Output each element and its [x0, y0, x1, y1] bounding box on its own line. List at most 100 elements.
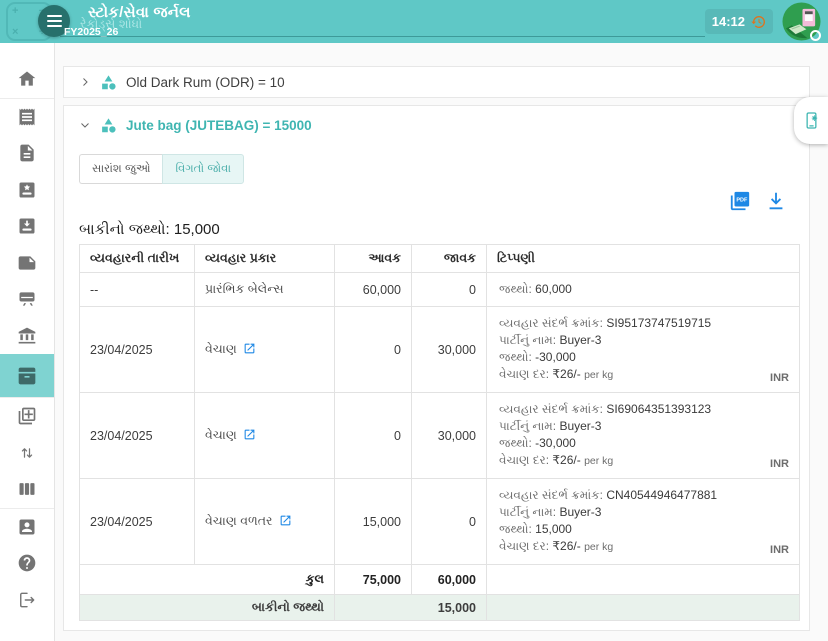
cell-type: વેચાણ — [195, 393, 335, 479]
item-star-icon — [17, 180, 37, 200]
col-header-date: વ્યવહારની તારીખ — [80, 245, 195, 273]
cell-note: વ્યવહાર સંદર્ભ ક્રમાંક: SI95173747519715… — [487, 307, 800, 393]
closing-note-empty — [487, 595, 800, 621]
cell-note: વ્યવહાર સંદર્ભ ક્રમાંક: SI69064351393123… — [487, 393, 800, 479]
terminal-icon — [17, 289, 37, 309]
total-note-empty — [487, 565, 800, 595]
sidebar-item-home[interactable] — [0, 61, 54, 98]
sidebar-item-add-entry[interactable] — [0, 398, 54, 435]
stock-item-old-dark-rum: Old Dark Rum (ODR) = 10 — [63, 66, 810, 98]
table-closing-row: બાકીનો જથ્થો 15,000 — [80, 595, 800, 621]
total-label: કુલ — [80, 565, 335, 595]
cell-inward: 0 — [335, 393, 412, 479]
fiscal-year-label: FY2025_26 — [64, 26, 118, 38]
device-settings-flyout-button[interactable] — [794, 97, 828, 144]
logout-icon — [17, 590, 37, 610]
table-row: -- પ્રારંભિક બેલેન્સ 60,000 0 જથ્થો: 60,… — [80, 273, 800, 307]
open-in-new-icon[interactable] — [243, 428, 256, 441]
svg-text:PDF: PDF — [736, 198, 748, 204]
main-content: Old Dark Rum (ODR) = 10 Jute bag (JUTEBA… — [55, 43, 828, 641]
category-icon — [100, 117, 117, 134]
sidebar-item-transfer[interactable] — [0, 435, 54, 472]
stock-item-label: Old Dark Rum (ODR) = 10 — [126, 75, 285, 90]
chevron-down-icon — [79, 119, 91, 131]
columns-icon — [17, 479, 37, 499]
sidebar-item-notes[interactable] — [0, 245, 54, 282]
cell-note: જથ્થો: 60,000 — [487, 273, 800, 307]
cell-inward: 0 — [335, 307, 412, 393]
note-icon — [17, 253, 37, 273]
inventory-icon — [17, 366, 37, 386]
accordion-old-dark-rum[interactable]: Old Dark Rum (ODR) = 10 — [64, 67, 809, 97]
cell-outward: 30,000 — [412, 393, 487, 479]
table-total-row: કુલ 75,000 60,000 — [80, 565, 800, 595]
total-inward: 75,000 — [335, 565, 412, 595]
cell-date: 23/04/2025 — [80, 393, 195, 479]
receipt-icon — [17, 107, 37, 127]
open-in-new-icon[interactable] — [243, 342, 256, 355]
cell-date: -- — [80, 273, 195, 307]
tab-view-details[interactable]: વિગતો જોવા — [162, 154, 244, 184]
session-time: 14:12 — [712, 14, 745, 29]
sidebar-item-terminal[interactable] — [0, 281, 54, 318]
history-icon — [750, 14, 766, 30]
tab-view-summary[interactable]: સારાંશ જુઓ — [79, 154, 162, 184]
sidebar-item-logout[interactable] — [0, 582, 54, 619]
help-icon — [17, 553, 37, 573]
home-icon — [17, 69, 37, 89]
sidebar-item-documents[interactable] — [0, 135, 54, 172]
sidebar-item-inventory-active[interactable] — [0, 354, 54, 397]
currency-code: INR — [770, 372, 789, 384]
session-timer-badge[interactable]: 14:12 — [705, 9, 773, 34]
cell-outward: 30,000 — [412, 307, 487, 393]
avatar[interactable] — [782, 2, 821, 41]
open-in-new-icon[interactable] — [279, 514, 292, 527]
document-icon — [17, 143, 37, 163]
total-outward: 60,000 — [412, 565, 487, 595]
cell-outward: 0 — [412, 273, 487, 307]
view-toggle-group: સારાંશ જુઓ વિગતો જોવા — [79, 154, 809, 184]
chevron-right-icon — [79, 76, 91, 88]
bank-icon — [17, 326, 37, 346]
sidebar-item-help[interactable] — [0, 545, 54, 582]
avatar-status-ring — [810, 30, 821, 41]
sidebar-item-columns[interactable] — [0, 471, 54, 508]
sidebar-item-account[interactable] — [0, 509, 54, 546]
app-bar: +−×÷ સ્ટોક/સેવા જર્નલ રેકોર્ડ્સ શોધો FY2… — [0, 0, 828, 43]
library-add-icon — [17, 406, 37, 426]
export-toolbar: PDF — [64, 190, 809, 212]
cell-type: પ્રારંભિક બેલેન્સ — [195, 273, 335, 307]
closing-value: 15,000 — [335, 595, 487, 621]
download-icon[interactable] — [765, 190, 787, 212]
sidebar-item-items[interactable] — [0, 172, 54, 209]
col-header-outward: જાવક — [412, 245, 487, 273]
phone-settings-icon — [802, 111, 821, 130]
sidebar-item-bank[interactable] — [0, 318, 54, 355]
sidebar-item-inward[interactable] — [0, 208, 54, 245]
cell-inward: 15,000 — [335, 479, 412, 565]
stock-item-label: Jute bag (JUTEBAG) = 15000 — [126, 118, 312, 133]
closing-quantity-heading: બાકીનો જથ્થો: 15,000 — [79, 221, 809, 238]
stock-ledger-table: વ્યવહારની તારીખ વ્યવહાર પ્રકાર આવક જાવક … — [79, 244, 800, 621]
table-row: 23/04/2025 વેચાણ 0 30,000 વ્યવહાર સંદર્ભ… — [80, 393, 800, 479]
sidebar — [0, 43, 55, 641]
col-header-type: વ્યવહાર પ્રકાર — [195, 245, 335, 273]
item-download-icon — [17, 216, 37, 236]
export-pdf-icon[interactable]: PDF — [729, 190, 751, 212]
cell-date: 23/04/2025 — [80, 479, 195, 565]
search-underline — [60, 36, 705, 37]
table-row: 23/04/2025 વેચાણ વળતર 15,000 0 વ્યવહાર સ… — [80, 479, 800, 565]
col-header-note: ટિપ્પણી — [487, 245, 800, 273]
cell-date: 23/04/2025 — [80, 307, 195, 393]
closing-label: બાકીનો જથ્થો — [80, 595, 335, 621]
cell-type: વેચાણ — [195, 307, 335, 393]
account-box-icon — [17, 517, 37, 537]
page-title: સ્ટોક/સેવા જર્નલ — [88, 4, 191, 21]
stock-item-jute-bag-expanded: Jute bag (JUTEBAG) = 15000 સારાંશ જુઓ વિ… — [63, 105, 810, 631]
cell-inward: 60,000 — [335, 273, 412, 307]
currency-code: INR — [770, 458, 789, 470]
accordion-jute-bag[interactable]: Jute bag (JUTEBAG) = 15000 — [64, 106, 809, 140]
currency-code: INR — [770, 544, 789, 556]
sidebar-item-journal[interactable] — [0, 99, 54, 136]
table-header-row: વ્યવહારની તારીખ વ્યવહાર પ્રકાર આવક જાવક … — [80, 245, 800, 273]
